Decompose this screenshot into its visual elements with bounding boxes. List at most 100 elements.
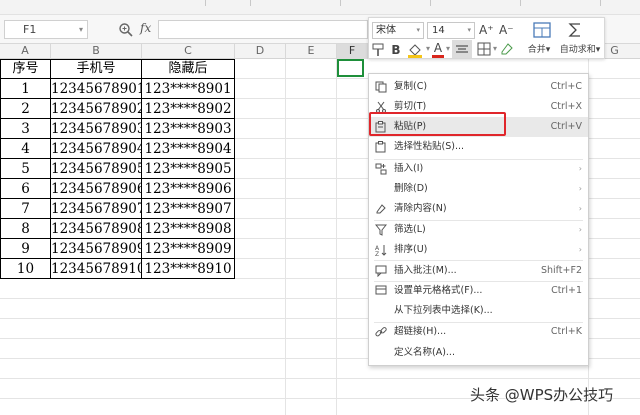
menu-item-clear-contents[interactable]: 清除内容(N) › [369,199,588,219]
header-cell-index[interactable]: 序号 [0,59,51,79]
align-center-icon[interactable] [452,40,472,58]
borders-icon[interactable] [477,42,491,56]
phone-cell[interactable]: 12345678901 [51,79,142,99]
masked-cell[interactable]: 123****8905 [142,159,235,179]
menu-item-filter[interactable]: 筛选(L) › [369,220,588,240]
menu-item-label: 粘贴(P) [394,121,427,132]
selected-cell-f1[interactable] [337,59,364,77]
zoom-icon[interactable] [118,22,134,38]
phone-cell[interactable]: 12345678907 [51,199,142,219]
autosum-button[interactable]: 自动求和▾ [555,42,605,58]
menu-item-pick-from-list[interactable]: 从下拉列表中选择(K)... [369,301,588,321]
merge-button[interactable]: 合并▾ [519,42,559,58]
fx-icon[interactable]: fx [140,21,151,35]
menu-item-shortcut: Ctrl+V [550,121,582,132]
phone-cell[interactable]: 12345678906 [51,179,142,199]
masked-cell[interactable]: 123****8901 [142,79,235,99]
column-header-d[interactable]: D [235,44,286,59]
grow-font-button[interactable]: A⁺ [479,22,494,38]
name-box[interactable]: F1 ▾ [4,20,88,39]
menu-item-delete[interactable]: 删除(D) › [369,179,588,199]
copy-icon [375,81,387,93]
menu-item-shortcut: Ctrl+1 [551,285,582,296]
column-header-b[interactable]: B [51,44,142,59]
formula-input[interactable] [158,20,368,39]
column-header-e[interactable]: E [286,44,337,59]
menu-item-label: 排序(U) [394,244,428,255]
fill-color-icon[interactable] [407,42,423,58]
column-header-f[interactable]: F [337,44,368,59]
paste-special-icon [375,141,386,153]
font-size-value: 14 [432,25,445,36]
masked-cell[interactable]: 123****8906 [142,179,235,199]
phone-cell[interactable]: 12345678902 [51,99,142,119]
header-cell-masked[interactable]: 隐藏后 [142,59,235,79]
font-size-select[interactable]: 14 ▾ [427,22,475,39]
index-cell[interactable]: 4 [0,139,51,159]
menu-item-label: 筛选(L) [394,224,426,235]
format-painter-icon[interactable] [372,43,386,57]
masked-cell[interactable]: 123****8908 [142,219,235,239]
column-header-a[interactable]: A [0,44,51,59]
masked-cell[interactable]: 123****8909 [142,239,235,259]
phone-cell[interactable]: 12345678908 [51,219,142,239]
menu-item-label: 设置单元格格式(F)... [394,285,483,296]
format-cells-icon [375,285,387,295]
chevron-down-icon[interactable]: ▾ [445,41,451,57]
menu-item-sort[interactable]: AZ 排序(U) › [369,240,588,260]
index-cell[interactable]: 9 [0,239,51,259]
masked-cell[interactable]: 123****8910 [142,259,235,279]
watermark: 头条 @WPS办公技巧 [470,386,614,404]
index-cell[interactable]: 5 [0,159,51,179]
menu-item-label: 从下拉列表中选择(K)... [394,305,493,316]
font-name-value: 宋体 [376,25,396,36]
menu-item-define-name[interactable]: 定义名称(A)... [369,343,588,363]
menu-item-format-cells[interactable]: 设置单元格格式(F)... Ctrl+1 [369,281,588,301]
font-name-select[interactable]: 宋体 ▾ [372,22,424,39]
name-box-value: F1 [23,23,37,36]
menu-item-hyperlink[interactable]: 超链接(H)... Ctrl+K [369,322,588,342]
index-cell[interactable]: 2 [0,99,51,119]
column-header-c[interactable]: C [142,44,235,59]
masked-cell[interactable]: 123****8904 [142,139,235,159]
phone-cell[interactable]: 12345678904 [51,139,142,159]
font-color-icon[interactable]: A [433,40,443,56]
chevron-down-icon: ▾ [416,26,420,34]
svg-text:Z: Z [375,251,379,256]
context-menu: 复制(C) Ctrl+C 剪切(T) Ctrl+X 粘贴(P) Ctrl+V 选择性粘… [368,73,589,366]
phone-cell[interactable]: 12345678905 [51,159,142,179]
chevron-down-icon: ▾ [78,25,83,34]
menu-item-cut[interactable]: 剪切(T) Ctrl+X [369,97,588,117]
paste-icon [375,121,386,133]
shrink-font-button[interactable]: A⁻ [499,22,514,38]
menu-item-copy[interactable]: 复制(C) Ctrl+C [369,77,588,97]
menu-item-label: 复制(C) [394,81,428,92]
autosum-icon [568,23,580,37]
title-strip [0,0,640,15]
index-cell[interactable]: 6 [0,179,51,199]
index-cell[interactable]: 1 [0,79,51,99]
menu-item-insert[interactable]: 插入(I) › [369,159,588,179]
submenu-arrow-icon: › [578,204,582,213]
phone-cell[interactable]: 12345678909 [51,239,142,259]
menu-item-shortcut: Ctrl+K [550,326,582,337]
masked-cell[interactable]: 123****8907 [142,199,235,219]
link-icon [375,327,387,337]
masked-cell[interactable]: 123****8902 [142,99,235,119]
phone-cell[interactable]: 12345678910 [51,259,142,279]
menu-item-paste[interactable]: 粘贴(P) Ctrl+V [369,117,588,137]
masked-cell[interactable]: 123****8903 [142,119,235,139]
chevron-down-icon[interactable]: ▾ [425,41,431,57]
index-cell[interactable]: 8 [0,219,51,239]
index-cell[interactable]: 7 [0,199,51,219]
phone-cell[interactable]: 12345678903 [51,119,142,139]
menu-item-paste-special[interactable]: 选择性粘贴(S)... [369,137,588,157]
clear-format-icon[interactable] [500,42,514,56]
menu-item-insert-comment[interactable]: 插入批注(M)... Shift+F2 [369,261,588,281]
index-cell[interactable]: 10 [0,259,51,279]
header-cell-phone[interactable]: 手机号 [51,59,142,79]
index-cell[interactable]: 3 [0,119,51,139]
submenu-arrow-icon: › [578,245,582,254]
chevron-down-icon[interactable]: ▾ [492,41,498,57]
bold-button[interactable]: B [390,42,402,58]
